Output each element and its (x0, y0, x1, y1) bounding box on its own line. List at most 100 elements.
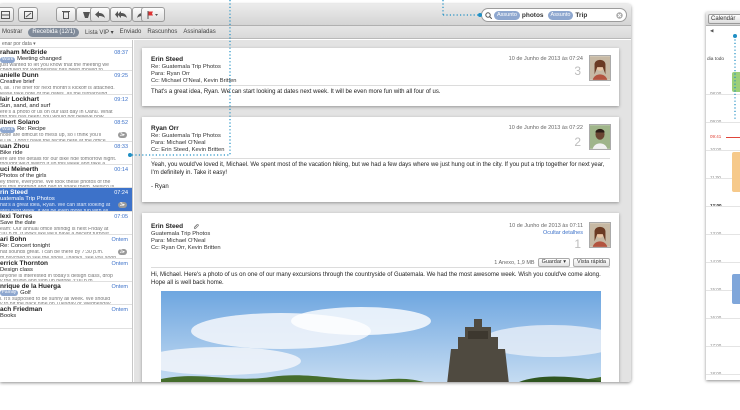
attached-photo[interactable] (161, 291, 601, 382)
search-token-value[interactable]: Trip (575, 12, 587, 19)
message-subject: Work Meeting changed (0, 56, 62, 63)
message-subject: Design class (0, 266, 33, 273)
avatar (589, 124, 611, 150)
message-time: 09:12 (114, 96, 128, 103)
list-item[interactable]: errick Thornton Ontem Design class anyone i… (0, 259, 132, 282)
mail-window: Assunto photos Assunto Trip Mostrar Receb… (0, 4, 631, 382)
list-item[interactable]: ach Friedman Ontem Books (0, 305, 132, 329)
reply-all-button[interactable] (110, 7, 132, 22)
message-to: Para: Ryan Orr (151, 71, 190, 77)
avatar (589, 55, 611, 81)
message-body: Yeah, you would've loved it, Michael. We… (151, 162, 605, 176)
delete-button[interactable] (56, 7, 76, 22)
current-time-line (726, 137, 740, 138)
mailbox-tag: Family (0, 290, 19, 297)
message-subject: Bike ride (0, 149, 23, 156)
search-field[interactable]: Assunto photos Assunto Trip (481, 8, 627, 22)
favorites-item[interactable]: Rascunhos (147, 29, 177, 35)
calendar-window: Calendár ◀ dia todo 08:0009:0009:4110:00… (706, 12, 740, 380)
message-body: That's a great idea, Ryan. We can start … (151, 89, 441, 95)
message-date: 10 de Junho de 2013 às 07:11 (509, 223, 583, 229)
quick-look-button[interactable]: Vista rápida (573, 258, 610, 267)
sort-menu[interactable]: enar por data ▾ (0, 40, 132, 48)
favorites-item[interactable]: Enviado (120, 29, 142, 35)
thread-count-badge[interactable]: 3▸ (117, 131, 127, 138)
message-time: Ontem (111, 307, 128, 314)
list-item[interactable]: nrique de la Huerga Ontem Family Golf i. It'… (0, 282, 132, 306)
list-item[interactable]: uci Meinerth 00:14 Photos of the girls ey t… (0, 165, 132, 189)
attachment-info: 1 Anexo, 1,9 MB (494, 259, 535, 266)
message-sender: raham McBride (0, 49, 47, 56)
message-sender: lexi Torres (0, 212, 33, 220)
list-item[interactable]: anielle Dunn 09:25 Creative brief i, all. T… (0, 71, 132, 95)
thread-number: 1 (574, 237, 581, 251)
search-icon (485, 11, 492, 19)
hour-line (706, 234, 740, 235)
list-item[interactable]: lexi Torres 07:05 Save the date eam: Our an… (0, 212, 132, 236)
thread-count-badge[interactable]: 3▸ (117, 201, 127, 208)
search-token-value[interactable]: photos (522, 12, 544, 19)
mailbox-toggle-button[interactable] (0, 7, 14, 22)
message-subject: uatemala Trip Photos (0, 196, 55, 203)
message-subject: Work Re: Recipe (0, 126, 46, 133)
favorites-item[interactable]: Recebida (12/1) (28, 27, 80, 37)
thread-number: 3 (574, 64, 581, 78)
message-cc: Cc: Ryan Orr, Kevin Britten (151, 245, 221, 252)
calendars-button[interactable]: Calendár (708, 14, 740, 24)
trash-icon (62, 11, 70, 19)
favorites-item[interactable]: Assinaladas (183, 29, 215, 35)
message-to: Para: Michael O'Neal (151, 140, 206, 146)
list-item[interactable]: uan Zhou 08:33 Bike ride ere are the detail… (0, 142, 132, 165)
message-body: Hi, Michael. Here's a photo of us on one… (151, 272, 601, 286)
message-to: Para: Michael O'Neal (151, 238, 206, 245)
reply-button[interactable] (90, 7, 110, 22)
compose-button[interactable] (18, 7, 38, 22)
save-attachment-button[interactable]: Guardar ▾ (537, 258, 571, 267)
message-subject: Guatemala Trip Photos (151, 231, 211, 238)
message-signature: - Ryan (151, 184, 169, 190)
list-item[interactable]: lair Lockhart 09:12 Sun, sand, and surf ere… (0, 95, 132, 119)
message-sender: ari Bohn (0, 236, 27, 244)
list-item[interactable]: raham McBride 08:37 Work Meeting changed jus… (0, 48, 132, 72)
message-time: Ontem (111, 260, 128, 267)
thread-message[interactable]: Ryan Orr Re: Guatemala Trip Photos Para:… (142, 117, 619, 202)
message-sender: uci Meinerth (0, 165, 39, 173)
clear-search-icon[interactable] (616, 11, 623, 19)
hour-line (706, 262, 740, 263)
calendar-event[interactable] (732, 152, 740, 192)
thread-count-badge[interactable]: 2▸ (117, 248, 127, 255)
flag-icon (147, 10, 158, 19)
message-time: 08:52 (114, 120, 128, 127)
message-sender: rin Steed (0, 189, 28, 197)
calendar-week-marker: ◀ (710, 28, 714, 33)
mailbox-icon (0, 10, 10, 19)
list-item[interactable]: rin Steed 07:24 uatemala Trip Photos hat's … (0, 188, 132, 212)
favorites-item[interactable]: Mostrar (2, 29, 22, 35)
current-time-label: 09:41 (710, 134, 722, 139)
hide-details-link[interactable]: Ocultar detalhes (543, 230, 583, 236)
calendar-event[interactable] (732, 274, 740, 304)
message-cc: Cc: Michael O'Neal, Kevin Britten (151, 78, 237, 84)
list-item[interactable]: ilbert Solano 08:52 Work Re: Recipe hose are… (0, 118, 132, 142)
message-sender: ach Friedman (0, 306, 43, 314)
message-date: 10 de Junho de 2013 às 07:22 (508, 125, 583, 131)
thread-message[interactable]: Erin Steed Guatemala Trip Photos Para: M… (142, 213, 619, 382)
message-sender: ilbert Solano (0, 119, 40, 127)
hour-line (706, 346, 740, 347)
hour-line (706, 122, 740, 123)
hour-line (706, 206, 740, 207)
message-sender: anielle Dunn (0, 72, 39, 80)
desktop: Assunto photos Assunto Trip Mostrar Receb… (0, 0, 740, 410)
favorites-item[interactable]: Lista VIP ▾ (85, 29, 114, 36)
message-time: 09:25 (114, 73, 128, 80)
flag-button[interactable] (141, 7, 165, 22)
thread-message[interactable]: Erin Steed Re: Guatemala Trip Photos Par… (142, 48, 619, 106)
list-item[interactable]: ari Bohn Ontem Re: Concert tonight hat soun… (0, 235, 132, 259)
hour-line (706, 318, 740, 319)
calendar-event[interactable] (732, 72, 740, 92)
search-token-label[interactable]: Assunto (494, 10, 520, 20)
message-date: 10 de Junho de 2013 às 07:24 (508, 56, 583, 62)
message-sender: errick Thornton (0, 259, 49, 267)
message-from: Ryan Orr (151, 125, 179, 132)
search-token-label[interactable]: Assunto (547, 10, 574, 20)
